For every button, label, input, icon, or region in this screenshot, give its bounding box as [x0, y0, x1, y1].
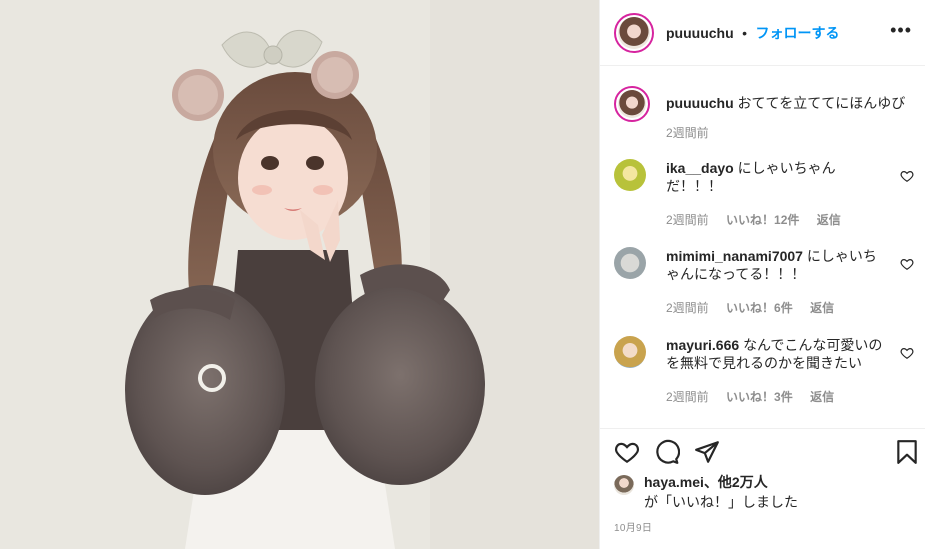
liker-username[interactable]: haya.mei [644, 474, 704, 490]
author-username[interactable]: puuuuchu [666, 25, 734, 41]
comment-time[interactable]: 2週間前 [666, 301, 709, 315]
comment-username[interactable]: mimimi_nanami7007 [666, 248, 803, 264]
post-actions: haya.mei、他2万人 が「いいね！」しました 10月9日 [600, 428, 925, 549]
likes-line-1: haya.mei、他2万人 [644, 473, 768, 491]
post-header: puuuuchu • フォローする ••• [600, 0, 925, 66]
comment-likes-count[interactable]: いいね！3件 [726, 390, 793, 404]
follow-button[interactable]: フォローする [755, 25, 839, 41]
caption-time[interactable]: 2週間前 [666, 126, 709, 140]
comment-username[interactable]: mayuri.666 [666, 337, 739, 353]
comment-item: mimimi_nanami7007 にしゃいちゃんになってる！！！ 2週間前 い… [614, 247, 914, 317]
comment-text-block: mayuri.666 なんでこんな可愛いのを無料で見れるのかを聞きたい [666, 336, 886, 372]
comment-item: ika__dayo にしゃいちゃんだ！！！ 2週間前 いいね！12件 返信 [614, 159, 914, 229]
share-icon[interactable] [694, 439, 720, 465]
comment-avatar[interactable] [614, 247, 646, 279]
comment-reply-button[interactable]: 返信 [817, 213, 841, 227]
caption-text: おててを立ててにほんゆび [737, 95, 906, 111]
comment-avatar[interactable] [614, 159, 646, 191]
comment-time[interactable]: 2週間前 [666, 213, 709, 227]
comment-likes-count[interactable]: いいね！6件 [726, 301, 793, 315]
caption-author-avatar-image [618, 90, 646, 118]
comment-avatar[interactable] [614, 336, 646, 368]
comment-like-heart-icon[interactable] [900, 346, 914, 360]
bookmark-icon[interactable] [894, 439, 920, 465]
likes-suffix: が「いいね！」しました [644, 494, 798, 510]
post-side-panel: puuuuchu • フォローする ••• puuuuchu おててを立ててにほ… [599, 0, 925, 549]
header-separator: • [742, 25, 748, 41]
caption-username[interactable]: puuuuchu [666, 95, 734, 111]
comment-likes-count[interactable]: いいね！12件 [726, 213, 799, 227]
comment-meta: 2週間前 いいね！6件 返信 [666, 299, 848, 316]
caption-meta: 2週間前 [666, 124, 723, 141]
heart-icon[interactable] [614, 439, 640, 465]
post-date[interactable]: 10月9日 [614, 519, 652, 534]
comment-reply-button[interactable]: 返信 [810, 301, 834, 315]
comment-time[interactable]: 2週間前 [666, 390, 709, 404]
more-horizontal-icon[interactable]: ••• [890, 21, 912, 39]
post-photo-illustration [0, 0, 599, 549]
comment-meta: 2週間前 いいね！3件 返信 [666, 388, 848, 405]
likes-others-link[interactable]: 、他2万人 [704, 474, 768, 490]
author-avatar-image [618, 17, 650, 49]
header-user-row: puuuuchu • フォローする [666, 23, 839, 43]
liker-avatar[interactable] [614, 475, 634, 495]
author-avatar[interactable] [614, 13, 654, 53]
comment-text-block: mimimi_nanami7007 にしゃいちゃんになってる！！！ [666, 247, 886, 283]
comment-reply-button[interactable]: 返信 [810, 390, 834, 404]
comment-text-block: ika__dayo にしゃいちゃんだ！！！ [666, 159, 886, 195]
comment-icon[interactable] [654, 439, 680, 465]
instagram-post-view: puuuuchu • フォローする ••• puuuuchu おててを立ててにほ… [0, 0, 925, 549]
comment-like-heart-icon[interactable] [900, 169, 914, 183]
post-photo[interactable] [0, 0, 599, 549]
comments-list[interactable]: puuuuchu おててを立ててにほんゆび 2週間前 ika__dayo にしゃ… [600, 66, 925, 428]
comment-item: mayuri.666 なんでこんな可愛いのを無料で見れるのかを聞きたい 2週間前… [614, 336, 914, 406]
caption-author-avatar[interactable] [614, 86, 650, 122]
caption-item: puuuuchu おててを立ててにほんゆび 2週間前 [614, 86, 914, 146]
comment-meta: 2週間前 いいね！12件 返信 [666, 211, 855, 228]
caption-text-block: puuuuchu おててを立ててにほんゆび [666, 94, 906, 112]
comment-like-heart-icon[interactable] [900, 257, 914, 271]
comment-username[interactable]: ika__dayo [666, 160, 734, 176]
